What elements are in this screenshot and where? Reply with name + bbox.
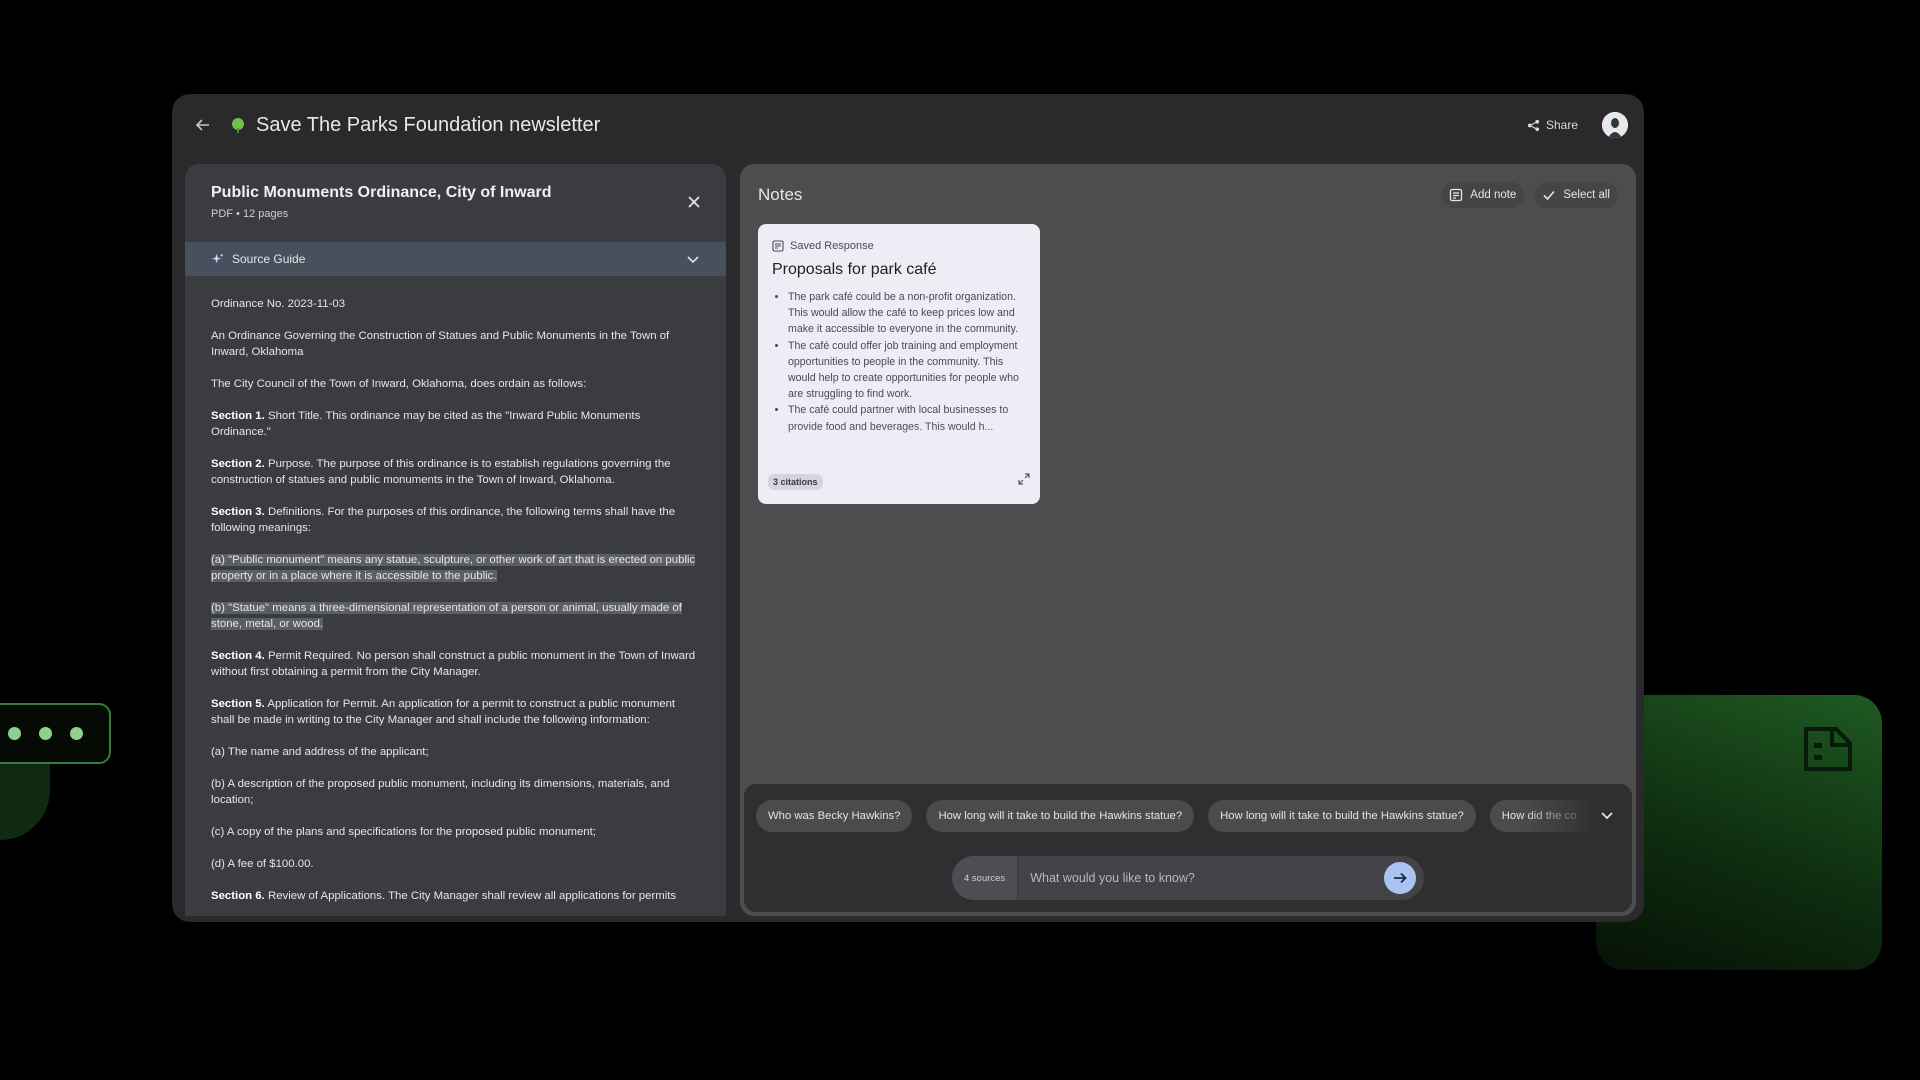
notes-header: Notes Add note Select all <box>740 164 1636 226</box>
top-bar: Save The Parks Foundation newsletter Sha… <box>172 94 1644 156</box>
list-item: The park café could be a non-profit orga… <box>788 289 1026 338</box>
note-title: Proposals for park café <box>772 261 937 278</box>
share-button[interactable]: Share <box>1517 112 1588 138</box>
note-bullet-list: The park café could be a non-profit orga… <box>772 289 1026 461</box>
doc-paragraph: The City Council of the Town of Inward, … <box>211 378 587 390</box>
checkmark-icon <box>1543 190 1555 201</box>
doc-highlighted-paragraph[interactable]: (a) "Public monument" means any statue, … <box>211 552 700 584</box>
source-title: Public Monuments Ordinance, City of Inwa… <box>211 184 552 201</box>
doc-paragraph: (a) The name and address of the applican… <box>211 746 429 758</box>
avatar[interactable] <box>1602 112 1628 138</box>
chat-input[interactable] <box>1018 856 1384 900</box>
doc-paragraph: An Ordinance Governing the Construction … <box>211 330 670 358</box>
send-button[interactable] <box>1384 862 1416 894</box>
add-note-label: Add note <box>1470 189 1517 201</box>
saved-response-note-card[interactable]: Saved Response Proposals for park café T… <box>758 224 1040 504</box>
close-icon[interactable] <box>684 192 704 212</box>
background-typing-indicator <box>0 703 111 764</box>
suggestion-chip[interactable]: Who was Becky Hawkins? <box>756 800 913 832</box>
citations-badge[interactable]: 3 citations <box>768 474 823 490</box>
list-item: The café could partner with local busine… <box>788 402 1026 434</box>
expand-icon[interactable] <box>1018 472 1030 490</box>
chevron-down-icon[interactable] <box>1600 808 1614 827</box>
doc-section: Section 3. Definitions. For the purposes… <box>211 506 676 534</box>
typing-dot <box>8 727 21 740</box>
doc-section: Section 2. Purpose. The purpose of this … <box>211 458 671 486</box>
notes-title: Notes <box>758 185 803 204</box>
chat-input-bar: 4 sources <box>952 856 1424 900</box>
doc-section: Section 4. Permit Required. No person sh… <box>211 650 696 678</box>
suggestion-chip[interactable]: How did the co <box>1489 800 1600 832</box>
source-meta: PDF • 12 pages <box>211 208 289 220</box>
source-document-text: Ordinance No. 2023-11-03 An Ordinance Go… <box>185 276 726 904</box>
source-header: Public Monuments Ordinance, City of Inwa… <box>185 164 726 242</box>
note-add-icon <box>1450 188 1463 202</box>
typing-dot <box>39 727 52 740</box>
share-icon <box>1527 119 1540 131</box>
document-icon <box>1802 725 1854 778</box>
suggestion-chips: Who was Becky Hawkins? How long will it … <box>756 800 1606 832</box>
doc-paragraph: (d) A fee of $100.00. <box>211 858 314 870</box>
source-panel: Public Monuments Ordinance, City of Inwa… <box>185 164 726 916</box>
source-guide-toggle[interactable]: Source Guide <box>185 242 726 276</box>
notebook-title[interactable]: Save The Parks Foundation newsletter <box>256 114 600 137</box>
back-arrow-icon[interactable] <box>188 110 218 140</box>
arrow-right-icon <box>1394 872 1407 884</box>
notes-actions: Add note Select all <box>1441 182 1618 208</box>
share-label: Share <box>1545 118 1578 132</box>
doc-paragraph: (b) A description of the proposed public… <box>211 778 670 806</box>
source-guide-label: Source Guide <box>232 252 306 266</box>
note-kind: Saved Response <box>772 240 1026 252</box>
chevron-down-icon <box>687 256 699 264</box>
add-note-button[interactable]: Add note <box>1441 182 1525 208</box>
saved-response-icon <box>772 240 784 252</box>
notes-panel: Notes Add note Select all Saved Response… <box>740 164 1636 916</box>
sources-count-button[interactable]: 4 sources <box>952 856 1019 900</box>
doc-section: Section 6. Review of Applications. The C… <box>211 890 677 902</box>
chat-area: Who was Becky Hawkins? How long will it … <box>744 784 1632 912</box>
sparkle-icon <box>211 253 223 263</box>
doc-paragraph: Ordinance No. 2023-11-03 <box>211 298 346 310</box>
notebook-logo-icon <box>230 117 246 133</box>
select-all-button[interactable]: Select all <box>1534 182 1618 208</box>
top-bar-actions: Share <box>1517 112 1628 138</box>
typing-dot <box>70 727 83 740</box>
doc-section: Section 1. Short Title. This ordinance m… <box>211 410 641 438</box>
suggestion-chip[interactable]: How long will it take to build the Hawki… <box>926 800 1195 832</box>
background-blob-left <box>0 760 50 840</box>
suggestion-chip[interactable]: How long will it take to build the Hawki… <box>1208 800 1476 832</box>
doc-section: Section 5. Application for Permit. An ap… <box>211 698 676 726</box>
app-window: Save The Parks Foundation newsletter Sha… <box>172 94 1644 922</box>
list-item: The café could offer job training and em… <box>788 338 1026 403</box>
select-all-label: Select all <box>1563 189 1610 201</box>
doc-highlighted-paragraph[interactable]: (b) "Statue" means a three-dimensional r… <box>211 600 700 632</box>
doc-paragraph: (c) A copy of the plans and specificatio… <box>211 826 596 838</box>
